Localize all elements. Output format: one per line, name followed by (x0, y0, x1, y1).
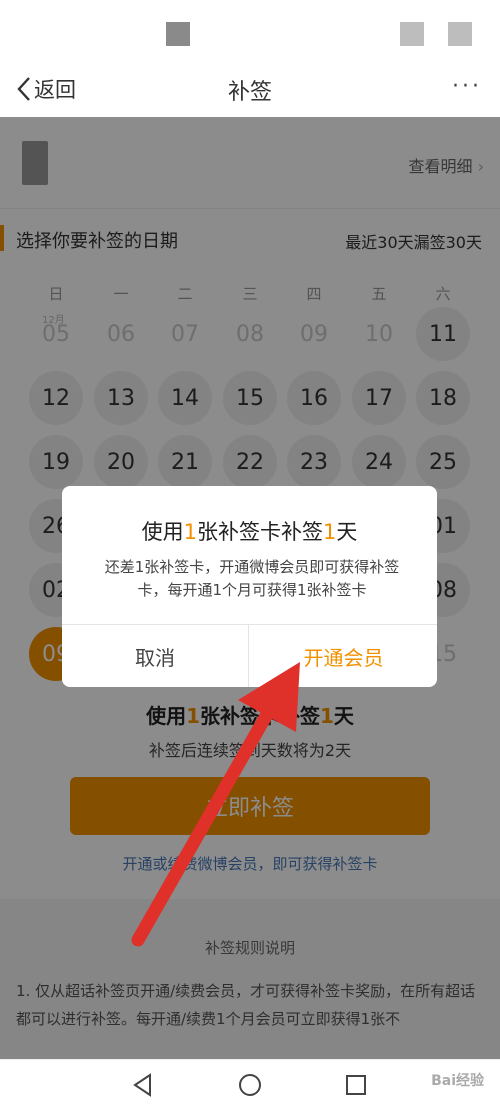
recent-square-icon[interactable] (343, 1072, 369, 1098)
dialog-title: 使用1张补签卡补签1天 (62, 516, 437, 546)
page-title: 补签 (227, 80, 272, 105)
home-circle-icon[interactable] (237, 1072, 263, 1098)
status-bar (0, 0, 500, 62)
dialog-title-prefix: 使用 (141, 520, 184, 544)
status-icon (400, 22, 424, 46)
dialog-title-mid: 张补签卡补签 (197, 520, 323, 544)
signin-card-dialog: 使用1张补签卡补签1天 还差1张补签卡，开通微博会员即可获得补签卡，每开通1个月… (62, 486, 437, 687)
dialog-title-suffix: 天 (336, 520, 358, 544)
cancel-button[interactable]: 取消 (62, 625, 249, 687)
dialog-message: 还差1张补签卡，开通微博会员即可获得补签卡，每开通1个月可获得1张补签卡 (104, 558, 400, 599)
back-triangle-icon[interactable] (130, 1072, 156, 1098)
dialog-card-count: 1 (183, 520, 197, 544)
nav-bar: 返回 补签 ··· (0, 62, 500, 117)
dialog-buttons: 取消 开通会员 (62, 624, 437, 687)
status-icon (448, 22, 472, 46)
dialog-day-count: 1 (323, 520, 337, 544)
system-nav-bar: Bai经验 (0, 1059, 500, 1111)
status-icon (166, 22, 190, 46)
watermark-logo: Bai经验 (431, 1073, 484, 1089)
open-membership-button[interactable]: 开通会员 (250, 625, 437, 687)
more-icon[interactable]: ··· (452, 74, 482, 99)
